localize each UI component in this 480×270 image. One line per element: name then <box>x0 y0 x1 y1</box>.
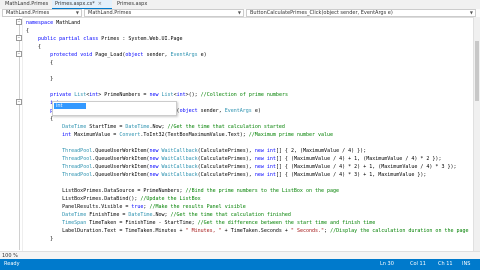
chevron-down-icon: ▼ <box>75 10 79 15</box>
status-line: Ln 30 <box>380 261 394 267</box>
type-dropdown-value: MathLand.Primes <box>88 10 132 16</box>
project-dropdown[interactable]: MathLand.Primes ▼ <box>2 9 82 17</box>
tab-label: Primes.aspx.cs* <box>55 1 95 7</box>
intellisense-popup[interactable]: int <box>52 101 177 116</box>
code-line[interactable]: } <box>26 235 53 243</box>
intellisense-item[interactable]: int <box>54 103 86 109</box>
status-ready: Ready <box>4 261 20 267</box>
tab-primes-aspx[interactable]: Primes.aspx <box>114 0 158 9</box>
code-line[interactable]: DateTime FinishTime = DateTime.Now; //Ge… <box>26 211 291 219</box>
code-line[interactable]: ListBoxPrimes.DataSource = PrimeNumbers;… <box>26 187 339 195</box>
chevron-down-icon: ▼ <box>237 10 241 15</box>
document-tab-bar: MathLand.Primes Primes.aspx.cs* × Primes.… <box>0 0 480 9</box>
tab-mathland-primes[interactable]: MathLand.Primes <box>2 0 50 9</box>
code-line[interactable]: TimeSpan TimeTaken = FinishTime - StartT… <box>26 219 375 227</box>
code-line[interactable]: LabelDuration.Text = TimeTaken.Minutes +… <box>26 227 468 235</box>
vertical-scrollbar[interactable] <box>473 17 480 259</box>
status-col: Col 11 <box>410 261 426 267</box>
code-line[interactable]: int MaximumValue = Convert.ToInt32(TextB… <box>26 131 333 139</box>
status-ch: Ch 11 <box>438 261 453 267</box>
chevron-down-icon: ▼ <box>469 10 473 15</box>
collapse-icon[interactable]: − <box>16 19 22 25</box>
code-line[interactable]: { <box>26 27 29 35</box>
code-line[interactable]: } <box>26 75 53 83</box>
code-line[interactable]: public partial class Primes : System.Web… <box>26 35 183 43</box>
code-line[interactable]: { <box>26 43 41 51</box>
member-dropdown-value: ButtonCalculatePrimes_Click(object sende… <box>250 10 393 16</box>
code-line[interactable]: private List<int> PrimeNumbers = new Lis… <box>26 91 288 99</box>
collapse-icon[interactable]: − <box>16 51 22 57</box>
tab-label: Primes.aspx <box>117 1 148 7</box>
status-bar: Ready Ln 30 Col 11 Ch 11 INS <box>0 259 480 270</box>
code-line[interactable]: ThreadPool.QueueUserWorkItem(new WaitCal… <box>26 163 456 171</box>
code-line[interactable]: namespace MathLand <box>26 19 80 27</box>
project-dropdown-value: MathLand.Primes <box>6 10 50 16</box>
code-line[interactable]: ThreadPool.QueueUserWorkItem(new WaitCal… <box>26 147 366 155</box>
collapse-icon[interactable]: − <box>16 99 22 105</box>
status-ins: INS <box>462 261 471 267</box>
close-icon[interactable]: × <box>98 1 102 7</box>
code-line[interactable]: ThreadPool.QueueUserWorkItem(new WaitCal… <box>26 171 426 179</box>
collapse-icon[interactable]: − <box>16 35 22 41</box>
code-line[interactable]: protected void Page_Load(object sender, … <box>26 51 207 59</box>
code-line[interactable]: PanelResults.Visible = true; //Make the … <box>26 203 246 211</box>
code-line[interactable]: ListBoxPrimes.DataBind(); //Update the L… <box>26 195 201 203</box>
tab-label: MathLand.Primes <box>5 1 49 7</box>
code-line[interactable]: DateTime StartTime = DateTime.Now; //Get… <box>26 123 285 131</box>
code-line[interactable]: { <box>26 115 53 123</box>
code-editor[interactable]: namespace MathLand{ public partial class… <box>26 17 476 259</box>
type-dropdown[interactable]: MathLand.Primes ▼ <box>84 9 244 17</box>
member-dropdown[interactable]: ButtonCalculatePrimes_Click(object sende… <box>246 9 476 17</box>
code-line[interactable]: { <box>26 59 53 67</box>
tab-primes-aspx-cs[interactable]: Primes.aspx.cs* × <box>52 0 112 9</box>
scrollbar-thumb[interactable] <box>475 41 479 101</box>
code-line[interactable]: ThreadPool.QueueUserWorkItem(new WaitCal… <box>26 155 441 163</box>
